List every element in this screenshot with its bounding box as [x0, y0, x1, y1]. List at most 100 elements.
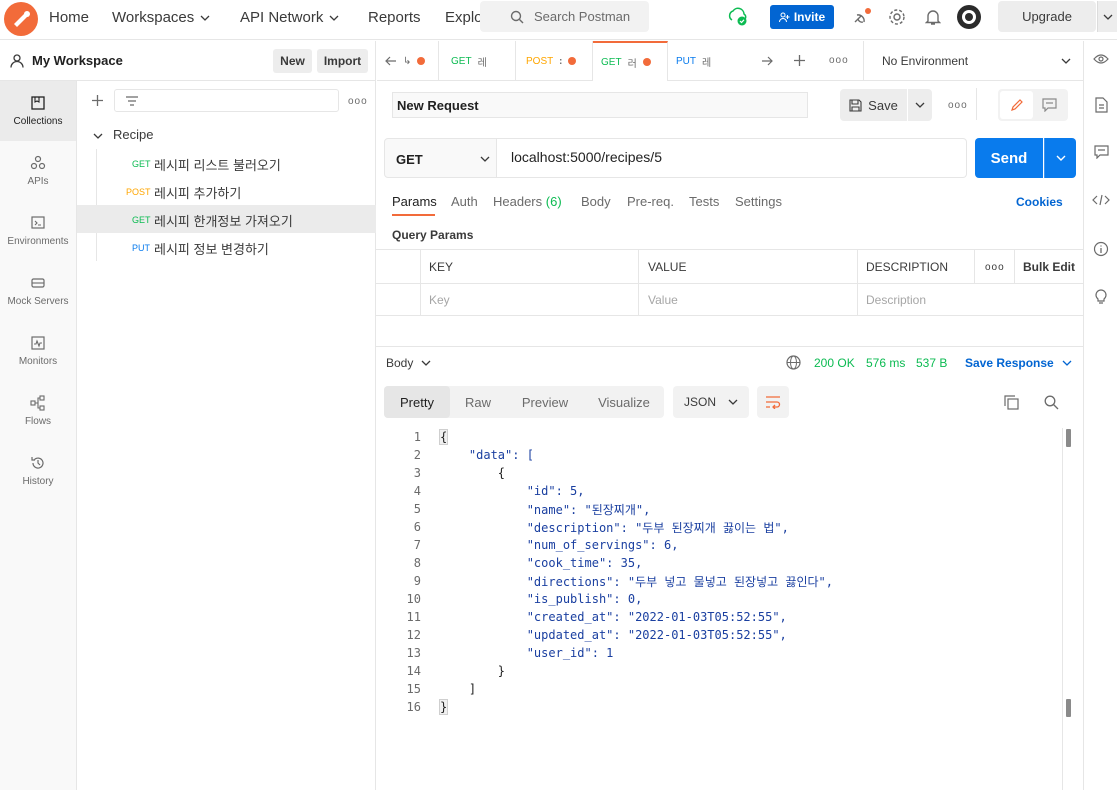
tab-tests[interactable]: Tests [689, 194, 719, 209]
view-visualize[interactable]: Visualize [584, 386, 664, 418]
avatar-icon[interactable] [957, 5, 981, 29]
view-preview[interactable]: Preview [506, 386, 584, 418]
globe-icon[interactable] [786, 355, 801, 370]
code-line: 3 { [376, 464, 1066, 482]
rail-monitors[interactable]: Monitors [0, 321, 76, 381]
response-body-select[interactable]: Body [386, 356, 431, 370]
chevron-down-icon [93, 133, 103, 139]
response-time[interactable]: 576 ms [866, 356, 905, 370]
send-options-button[interactable] [1044, 138, 1076, 178]
new-tab-plus-icon[interactable] [793, 54, 806, 67]
filter-input[interactable] [114, 89, 339, 112]
postman-logo-icon[interactable] [4, 2, 38, 36]
code-line: 2 "data": [ [376, 446, 1066, 464]
add-user-icon [778, 12, 790, 22]
collection-row-recipe[interactable]: Recipe [77, 121, 376, 149]
notification-bell-icon[interactable] [925, 8, 941, 26]
code-icon[interactable] [1092, 194, 1110, 206]
request-tab-active[interactable]: GET 러 [593, 41, 668, 81]
upgrade-dropdown-button[interactable] [1097, 1, 1117, 32]
invite-button[interactable]: Invite [770, 5, 834, 29]
nav-reports[interactable]: Reports [368, 9, 421, 26]
edit-mode-button[interactable] [1000, 91, 1033, 119]
tab-body[interactable]: Body [581, 194, 611, 209]
url-input[interactable]: localhost:5000/recipes/5 [497, 138, 967, 178]
rail-collections[interactable]: Collections [0, 81, 76, 141]
save-options-button[interactable] [908, 89, 932, 121]
search-icon[interactable] [1044, 395, 1059, 410]
request-tab[interactable]: POST ꓽ [516, 41, 593, 81]
nav-workspaces[interactable]: Workspaces [112, 9, 210, 26]
add-icon[interactable] [91, 94, 104, 107]
nav-explore[interactable]: Explo [445, 9, 483, 26]
tab-headers[interactable]: Headers (6) [493, 194, 562, 209]
request-tab[interactable]: ↳ [377, 41, 439, 81]
tabs-more-icon[interactable]: ooo [829, 55, 849, 66]
tab-name: ꓽ [559, 55, 563, 67]
lightbulb-icon[interactable] [1094, 288, 1108, 304]
key-input[interactable]: Key [429, 293, 450, 307]
scrollbar-thumb[interactable] [1066, 429, 1071, 447]
save-response-button[interactable]: Save Response [965, 356, 1072, 370]
documentation-icon[interactable] [1095, 97, 1108, 113]
rail-history[interactable]: History [0, 441, 76, 501]
request-tab[interactable]: GET 레 [439, 41, 516, 81]
tab-pre-request[interactable]: Pre-req. [627, 194, 674, 209]
rail-mock-servers[interactable]: Mock Servers [0, 261, 76, 321]
view-pretty[interactable]: Pretty [384, 386, 450, 418]
rail-apis[interactable]: APIs [0, 141, 76, 201]
method-select[interactable]: GET [384, 138, 497, 178]
search-input[interactable]: Search Postman [480, 1, 649, 32]
request-tab[interactable]: PUT 레 [668, 41, 744, 81]
tab-settings[interactable]: Settings [735, 194, 782, 209]
send-button[interactable]: Send [975, 138, 1043, 178]
tab-headers-label: Headers [493, 194, 543, 209]
chevron-down-icon [480, 156, 490, 162]
request-row[interactable]: GET 레시피 한개정보 가져오기 [77, 205, 376, 233]
scrollbar-thumb[interactable] [1066, 699, 1071, 717]
tab-auth[interactable]: Auth [451, 194, 478, 209]
top-bar: Home Workspaces API Network Reports Expl… [0, 0, 1117, 40]
environment-select[interactable]: No Environment [863, 41, 1083, 81]
rail-environments[interactable]: Environments [0, 201, 76, 261]
line-number: 6 [413, 520, 421, 534]
view-raw[interactable]: Raw [450, 386, 506, 418]
request-row[interactable]: GET 레시피 리스트 불러오기 [77, 149, 376, 177]
line-number: 16 [406, 700, 421, 714]
workspace-header: My Workspace New Import [0, 41, 376, 81]
params-table: KEY VALUE DESCRIPTION ooo Bulk Edit Key … [376, 249, 1083, 316]
description-input[interactable]: Description [866, 293, 926, 307]
new-button[interactable]: New [273, 49, 312, 73]
save-button[interactable]: Save [840, 89, 907, 121]
format-select[interactable]: JSON [673, 386, 749, 418]
more-options-icon[interactable]: ooo [348, 96, 368, 107]
nav-home[interactable]: Home [49, 9, 89, 26]
value-input[interactable]: Value [648, 293, 678, 307]
request-name-field[interactable]: New Request [392, 92, 808, 118]
info-icon[interactable] [1093, 241, 1109, 257]
eye-icon[interactable] [1093, 53, 1109, 65]
sync-status-icon[interactable] [727, 6, 749, 28]
request-row[interactable]: PUT 레시피 정보 변경하기 [77, 233, 376, 261]
rail-flows[interactable]: Flows [0, 381, 76, 441]
request-more-icon[interactable]: ooo [948, 100, 968, 111]
request-row[interactable]: POST 레시피 추가하기 [77, 177, 376, 205]
cookies-link[interactable]: Cookies [1016, 195, 1063, 209]
arrow-right-icon[interactable] [761, 56, 774, 66]
nav-api-network[interactable]: API Network [240, 9, 339, 26]
table-more-icon[interactable]: ooo [985, 262, 1005, 273]
import-button[interactable]: Import [317, 49, 368, 73]
wrap-lines-button[interactable] [757, 386, 789, 418]
copy-icon[interactable] [1004, 395, 1019, 410]
comments-icon[interactable] [1094, 145, 1109, 159]
satellite-icon[interactable] [852, 7, 872, 27]
comment-mode-icon[interactable] [1042, 98, 1057, 112]
settings-gear-icon[interactable] [888, 8, 906, 26]
rail-collections-label: Collections [13, 116, 63, 127]
response-body-code[interactable]: 1{2 "data": [3 {4 "id": 5, 5 "name": "된장찌… [376, 428, 1066, 728]
response-size[interactable]: 537 B [916, 356, 947, 370]
upgrade-button[interactable]: Upgrade [998, 1, 1096, 32]
status-badge[interactable]: 200 OK [814, 356, 855, 370]
bulk-edit-button[interactable]: Bulk Edit [1023, 260, 1075, 274]
tab-params[interactable]: Params [392, 194, 437, 209]
